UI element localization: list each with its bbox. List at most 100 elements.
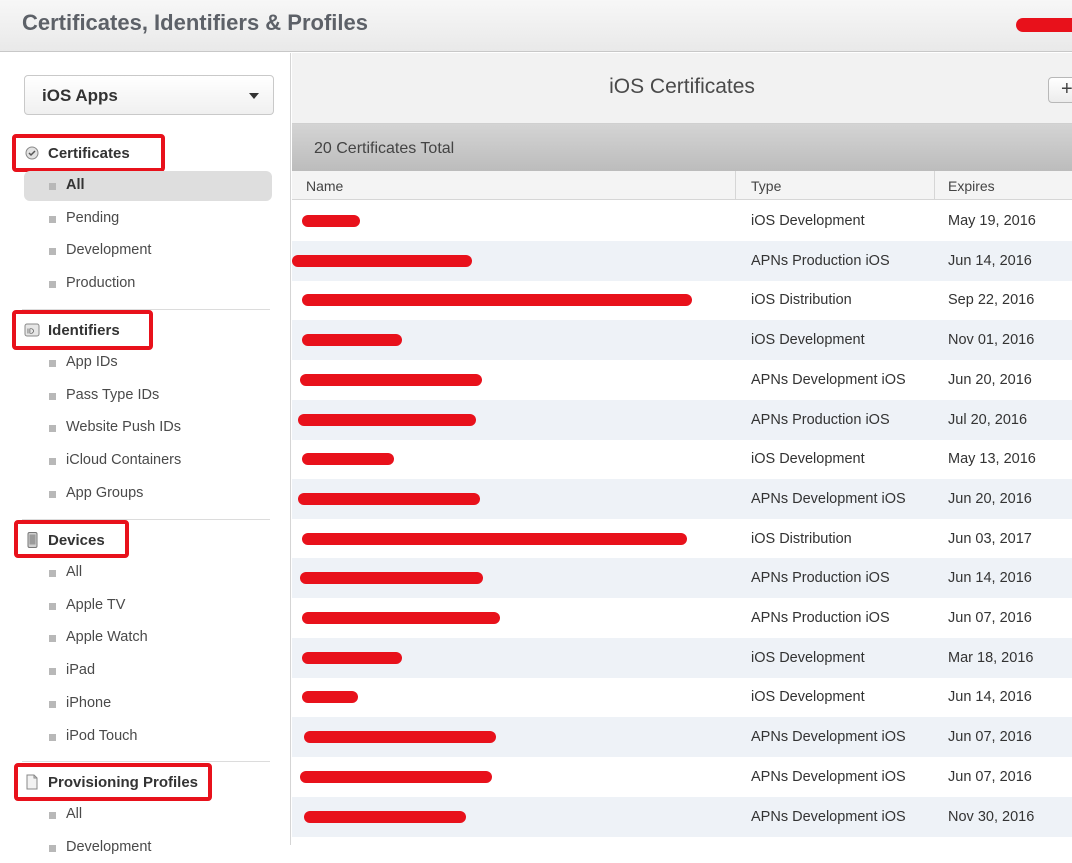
sidebar-item[interactable]: Pass Type IDs [24, 381, 272, 411]
redaction-mark [302, 453, 394, 466]
main-header: iOS Certificates + [292, 53, 1072, 124]
bullet-icon [49, 425, 56, 433]
sidebar-item-label: iCloud Containers [66, 452, 182, 469]
table-row[interactable]: APNs Development iOS Jun 20, 2016 [292, 478, 1072, 519]
column-type-header[interactable]: Type [751, 178, 781, 194]
sidebar-item[interactable]: iPhone [24, 689, 272, 719]
redaction-mark [298, 413, 476, 426]
redaction-mark [302, 691, 358, 704]
bullet-icon [49, 700, 56, 708]
redaction-mark [302, 334, 402, 347]
certificate-expires: Jun 20, 2016 [948, 490, 1032, 507]
certificate-expires: May 13, 2016 [948, 451, 1036, 468]
certificate-expires: Jun 20, 2016 [948, 371, 1032, 388]
certificate-expires: Jun 07, 2016 [948, 768, 1032, 785]
column-divider [934, 171, 935, 200]
table-header: Name Type Expires [292, 171, 1072, 200]
certificate-expires: Sep 22, 2016 [948, 292, 1035, 309]
sidebar-item[interactable]: Website Push IDs [24, 413, 272, 443]
sidebar-item-label: Website Push IDs [66, 419, 181, 436]
sidebar-item[interactable]: Production [24, 269, 272, 299]
table-row[interactable]: iOS Development Mar 18, 2016 [292, 637, 1072, 678]
bullet-icon [49, 812, 56, 819]
table-row[interactable]: APNs Production iOS Jun 14, 2016 [292, 240, 1072, 281]
highlight-box [12, 134, 165, 172]
sidebar-item[interactable]: iCloud Containers [24, 446, 272, 476]
table-row[interactable]: APNs Production iOS Jun 14, 2016 [292, 558, 1072, 599]
table-row[interactable]: APNs Development iOS Jun 20, 2016 [292, 360, 1072, 400]
main-panel: iOS Certificates + 20 Certificates Total… [292, 53, 1072, 845]
platform-select[interactable]: iOS Apps [24, 75, 274, 115]
highlight-box [14, 520, 129, 558]
certificate-type: APNs Development iOS [751, 729, 906, 746]
bullet-icon [49, 458, 56, 466]
table-row[interactable]: iOS Distribution Sep 22, 2016 [292, 280, 1072, 320]
sidebar: iOS Apps Certificates All Pending Develo… [0, 53, 291, 855]
bullet-icon [49, 183, 56, 190]
certificate-expires: Mar 18, 2016 [948, 649, 1034, 666]
chevron-down-icon [249, 93, 259, 99]
bullet-icon [49, 490, 56, 498]
redaction-mark [292, 254, 472, 267]
sidebar-item-label: Development [66, 242, 152, 259]
sidebar-item-label: App IDs [66, 354, 118, 370]
redaction-mark [302, 294, 692, 307]
sidebar-item[interactable]: All [24, 171, 272, 201]
sidebar-item[interactable]: App Groups [24, 479, 272, 509]
sidebar-item-label: Production [66, 275, 136, 292]
sidebar-item[interactable]: Development [24, 833, 272, 863]
certificate-type: APNs Development iOS [751, 371, 906, 388]
add-certificate-button[interactable]: + [1048, 77, 1072, 103]
table-row[interactable]: APNs Production iOS Jun 07, 2016 [292, 598, 1072, 638]
sidebar-item[interactable]: All [24, 558, 272, 588]
bullet-icon [49, 570, 56, 577]
bullet-icon [49, 360, 56, 367]
table-row[interactable]: iOS Distribution Jun 03, 2017 [292, 519, 1072, 559]
bullet-icon [49, 281, 56, 289]
column-expires-header[interactable]: Expires [948, 178, 995, 194]
table-row[interactable]: iOS Development Nov 01, 2016 [292, 320, 1072, 361]
sidebar-item[interactable]: iPad [24, 656, 272, 686]
column-divider [735, 171, 736, 200]
top-header: Certificates, Identifiers & Profiles [0, 0, 1072, 52]
table-row[interactable]: APNs Development iOS Nov 30, 2016 [292, 796, 1072, 837]
sidebar-item[interactable]: App IDs [24, 348, 272, 378]
certificate-expires: Jun 14, 2016 [948, 570, 1032, 587]
sidebar-item[interactable]: iPod Touch [24, 722, 272, 752]
certificates-total: 20 Certificates Total [314, 140, 455, 157]
redaction-mark [300, 373, 482, 386]
certificate-type: iOS Distribution [751, 530, 852, 547]
certificate-type: APNs Production iOS [751, 610, 890, 626]
certificate-type: APNs Production iOS [751, 252, 890, 269]
bullet-icon [49, 635, 56, 643]
sidebar-item[interactable]: All [24, 800, 272, 830]
main-title: iOS Certificates [609, 75, 755, 98]
table-row[interactable]: APNs Production iOS Jul 20, 2016 [292, 399, 1072, 440]
section-divider [22, 761, 270, 762]
certificate-type: APNs Development iOS [751, 768, 906, 785]
table-row[interactable]: APNs Development iOS Jun 07, 2016 [292, 717, 1072, 758]
sidebar-item[interactable]: Apple TV [24, 591, 272, 621]
certificate-expires: Jun 03, 2017 [948, 530, 1032, 547]
redaction-mark [304, 731, 496, 744]
platform-select-value: iOS Apps [42, 86, 118, 105]
sidebar-item-label: Pass Type IDs [66, 386, 160, 403]
certificate-expires: Jul 20, 2016 [948, 411, 1028, 428]
certificate-type: iOS Distribution [751, 292, 852, 309]
column-name-header[interactable]: Name [306, 178, 343, 194]
certificate-expires: Nov 30, 2016 [948, 808, 1035, 825]
certificate-type: iOS Development [751, 451, 865, 468]
sidebar-item[interactable]: Apple Watch [24, 623, 272, 653]
table-row[interactable]: iOS Development May 19, 2016 [292, 201, 1072, 241]
table-row[interactable]: APNs Development iOS Jun 07, 2016 [292, 757, 1072, 797]
sidebar-item[interactable]: Development [24, 236, 272, 266]
certificate-type: APNs Development iOS [751, 808, 906, 825]
sidebar-item-label: App Groups [66, 484, 144, 501]
table-row[interactable]: iOS Development Jun 14, 2016 [292, 677, 1072, 717]
bullet-icon [49, 602, 56, 610]
table-row[interactable]: iOS Development May 13, 2016 [292, 439, 1072, 479]
certificate-expires: Jun 07, 2016 [948, 729, 1032, 746]
sidebar-item-label: iPhone [66, 694, 112, 711]
sidebar-item[interactable]: Pending [24, 204, 272, 234]
highlight-box [12, 310, 153, 350]
